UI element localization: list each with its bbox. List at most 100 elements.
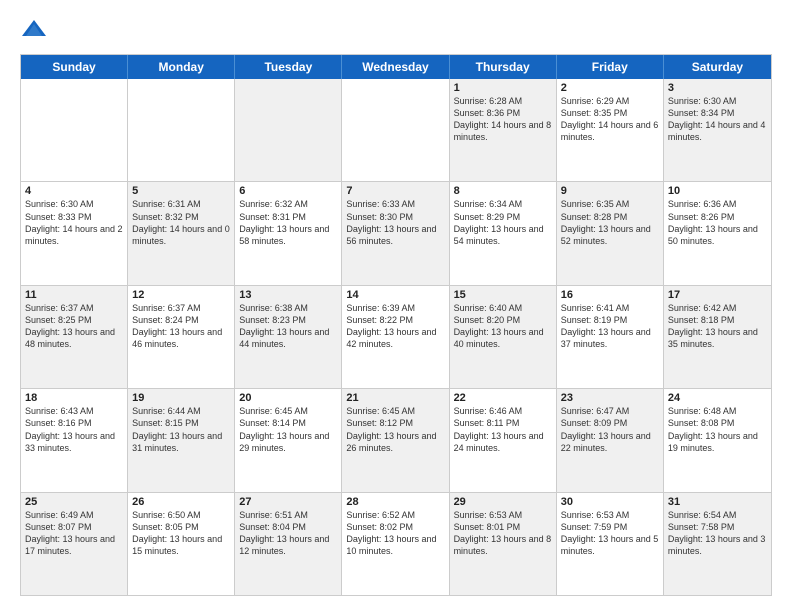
calendar-cell: 30Sunrise: 6:53 AM Sunset: 7:59 PM Dayli… [557,493,664,595]
logo [20,16,52,44]
calendar-cell: 10Sunrise: 6:36 AM Sunset: 8:26 PM Dayli… [664,182,771,284]
day-header-saturday: Saturday [664,55,771,79]
calendar-cell: 4Sunrise: 6:30 AM Sunset: 8:33 PM Daylig… [21,182,128,284]
cell-info: Sunrise: 6:47 AM Sunset: 8:09 PM Dayligh… [561,405,659,454]
calendar-cell [128,79,235,181]
day-number: 27 [239,496,337,508]
day-number: 20 [239,392,337,404]
calendar-cell: 9Sunrise: 6:35 AM Sunset: 8:28 PM Daylig… [557,182,664,284]
day-header-wednesday: Wednesday [342,55,449,79]
calendar-cell: 16Sunrise: 6:41 AM Sunset: 8:19 PM Dayli… [557,286,664,388]
cell-info: Sunrise: 6:45 AM Sunset: 8:14 PM Dayligh… [239,405,337,454]
cell-info: Sunrise: 6:44 AM Sunset: 8:15 PM Dayligh… [132,405,230,454]
day-header-sunday: Sunday [21,55,128,79]
day-number: 9 [561,185,659,197]
cell-info: Sunrise: 6:49 AM Sunset: 8:07 PM Dayligh… [25,509,123,558]
day-number: 1 [454,82,552,94]
cell-info: Sunrise: 6:40 AM Sunset: 8:20 PM Dayligh… [454,302,552,351]
cell-info: Sunrise: 6:39 AM Sunset: 8:22 PM Dayligh… [346,302,444,351]
cell-info: Sunrise: 6:34 AM Sunset: 8:29 PM Dayligh… [454,198,552,247]
cell-info: Sunrise: 6:31 AM Sunset: 8:32 PM Dayligh… [132,198,230,247]
cell-info: Sunrise: 6:53 AM Sunset: 8:01 PM Dayligh… [454,509,552,558]
cell-info: Sunrise: 6:50 AM Sunset: 8:05 PM Dayligh… [132,509,230,558]
day-number: 24 [668,392,767,404]
cell-info: Sunrise: 6:36 AM Sunset: 8:26 PM Dayligh… [668,198,767,247]
calendar-week-3: 11Sunrise: 6:37 AM Sunset: 8:25 PM Dayli… [21,286,771,389]
calendar-cell: 28Sunrise: 6:52 AM Sunset: 8:02 PM Dayli… [342,493,449,595]
calendar-cell [21,79,128,181]
calendar-week-2: 4Sunrise: 6:30 AM Sunset: 8:33 PM Daylig… [21,182,771,285]
day-number: 2 [561,82,659,94]
cell-info: Sunrise: 6:30 AM Sunset: 8:34 PM Dayligh… [668,95,767,144]
day-number: 15 [454,289,552,301]
cell-info: Sunrise: 6:48 AM Sunset: 8:08 PM Dayligh… [668,405,767,454]
day-number: 18 [25,392,123,404]
day-number: 28 [346,496,444,508]
day-number: 29 [454,496,552,508]
calendar-cell: 1Sunrise: 6:28 AM Sunset: 8:36 PM Daylig… [450,79,557,181]
cell-info: Sunrise: 6:33 AM Sunset: 8:30 PM Dayligh… [346,198,444,247]
day-number: 21 [346,392,444,404]
calendar-cell: 24Sunrise: 6:48 AM Sunset: 8:08 PM Dayli… [664,389,771,491]
calendar-cell: 27Sunrise: 6:51 AM Sunset: 8:04 PM Dayli… [235,493,342,595]
calendar-cell: 7Sunrise: 6:33 AM Sunset: 8:30 PM Daylig… [342,182,449,284]
calendar-cell: 12Sunrise: 6:37 AM Sunset: 8:24 PM Dayli… [128,286,235,388]
header [20,16,772,44]
day-number: 8 [454,185,552,197]
cell-info: Sunrise: 6:45 AM Sunset: 8:12 PM Dayligh… [346,405,444,454]
calendar-week-1: 1Sunrise: 6:28 AM Sunset: 8:36 PM Daylig… [21,79,771,182]
day-number: 19 [132,392,230,404]
calendar-cell: 20Sunrise: 6:45 AM Sunset: 8:14 PM Dayli… [235,389,342,491]
cell-info: Sunrise: 6:29 AM Sunset: 8:35 PM Dayligh… [561,95,659,144]
calendar-week-4: 18Sunrise: 6:43 AM Sunset: 8:16 PM Dayli… [21,389,771,492]
day-header-monday: Monday [128,55,235,79]
day-number: 3 [668,82,767,94]
calendar-cell: 26Sunrise: 6:50 AM Sunset: 8:05 PM Dayli… [128,493,235,595]
calendar-cell: 8Sunrise: 6:34 AM Sunset: 8:29 PM Daylig… [450,182,557,284]
day-number: 23 [561,392,659,404]
cell-info: Sunrise: 6:54 AM Sunset: 7:58 PM Dayligh… [668,509,767,558]
calendar-cell [342,79,449,181]
day-number: 10 [668,185,767,197]
cell-info: Sunrise: 6:43 AM Sunset: 8:16 PM Dayligh… [25,405,123,454]
day-number: 14 [346,289,444,301]
logo-icon [20,16,48,44]
cell-info: Sunrise: 6:51 AM Sunset: 8:04 PM Dayligh… [239,509,337,558]
page: SundayMondayTuesdayWednesdayThursdayFrid… [0,0,792,612]
cell-info: Sunrise: 6:52 AM Sunset: 8:02 PM Dayligh… [346,509,444,558]
day-number: 12 [132,289,230,301]
day-number: 30 [561,496,659,508]
cell-info: Sunrise: 6:37 AM Sunset: 8:24 PM Dayligh… [132,302,230,351]
calendar-cell: 15Sunrise: 6:40 AM Sunset: 8:20 PM Dayli… [450,286,557,388]
day-number: 31 [668,496,767,508]
calendar-cell: 25Sunrise: 6:49 AM Sunset: 8:07 PM Dayli… [21,493,128,595]
day-number: 5 [132,185,230,197]
day-header-friday: Friday [557,55,664,79]
day-number: 17 [668,289,767,301]
calendar-cell: 5Sunrise: 6:31 AM Sunset: 8:32 PM Daylig… [128,182,235,284]
calendar-body: 1Sunrise: 6:28 AM Sunset: 8:36 PM Daylig… [21,79,771,595]
day-number: 16 [561,289,659,301]
cell-info: Sunrise: 6:46 AM Sunset: 8:11 PM Dayligh… [454,405,552,454]
cell-info: Sunrise: 6:41 AM Sunset: 8:19 PM Dayligh… [561,302,659,351]
calendar: SundayMondayTuesdayWednesdayThursdayFrid… [20,54,772,596]
calendar-cell [235,79,342,181]
calendar-cell: 18Sunrise: 6:43 AM Sunset: 8:16 PM Dayli… [21,389,128,491]
day-number: 11 [25,289,123,301]
calendar-cell: 29Sunrise: 6:53 AM Sunset: 8:01 PM Dayli… [450,493,557,595]
calendar-cell: 14Sunrise: 6:39 AM Sunset: 8:22 PM Dayli… [342,286,449,388]
day-number: 25 [25,496,123,508]
calendar-cell: 6Sunrise: 6:32 AM Sunset: 8:31 PM Daylig… [235,182,342,284]
calendar-cell: 31Sunrise: 6:54 AM Sunset: 7:58 PM Dayli… [664,493,771,595]
cell-info: Sunrise: 6:53 AM Sunset: 7:59 PM Dayligh… [561,509,659,558]
day-number: 13 [239,289,337,301]
cell-info: Sunrise: 6:37 AM Sunset: 8:25 PM Dayligh… [25,302,123,351]
day-header-tuesday: Tuesday [235,55,342,79]
day-number: 26 [132,496,230,508]
day-number: 7 [346,185,444,197]
calendar-cell: 19Sunrise: 6:44 AM Sunset: 8:15 PM Dayli… [128,389,235,491]
day-number: 4 [25,185,123,197]
calendar-cell: 17Sunrise: 6:42 AM Sunset: 8:18 PM Dayli… [664,286,771,388]
calendar-cell: 2Sunrise: 6:29 AM Sunset: 8:35 PM Daylig… [557,79,664,181]
cell-info: Sunrise: 6:28 AM Sunset: 8:36 PM Dayligh… [454,95,552,144]
